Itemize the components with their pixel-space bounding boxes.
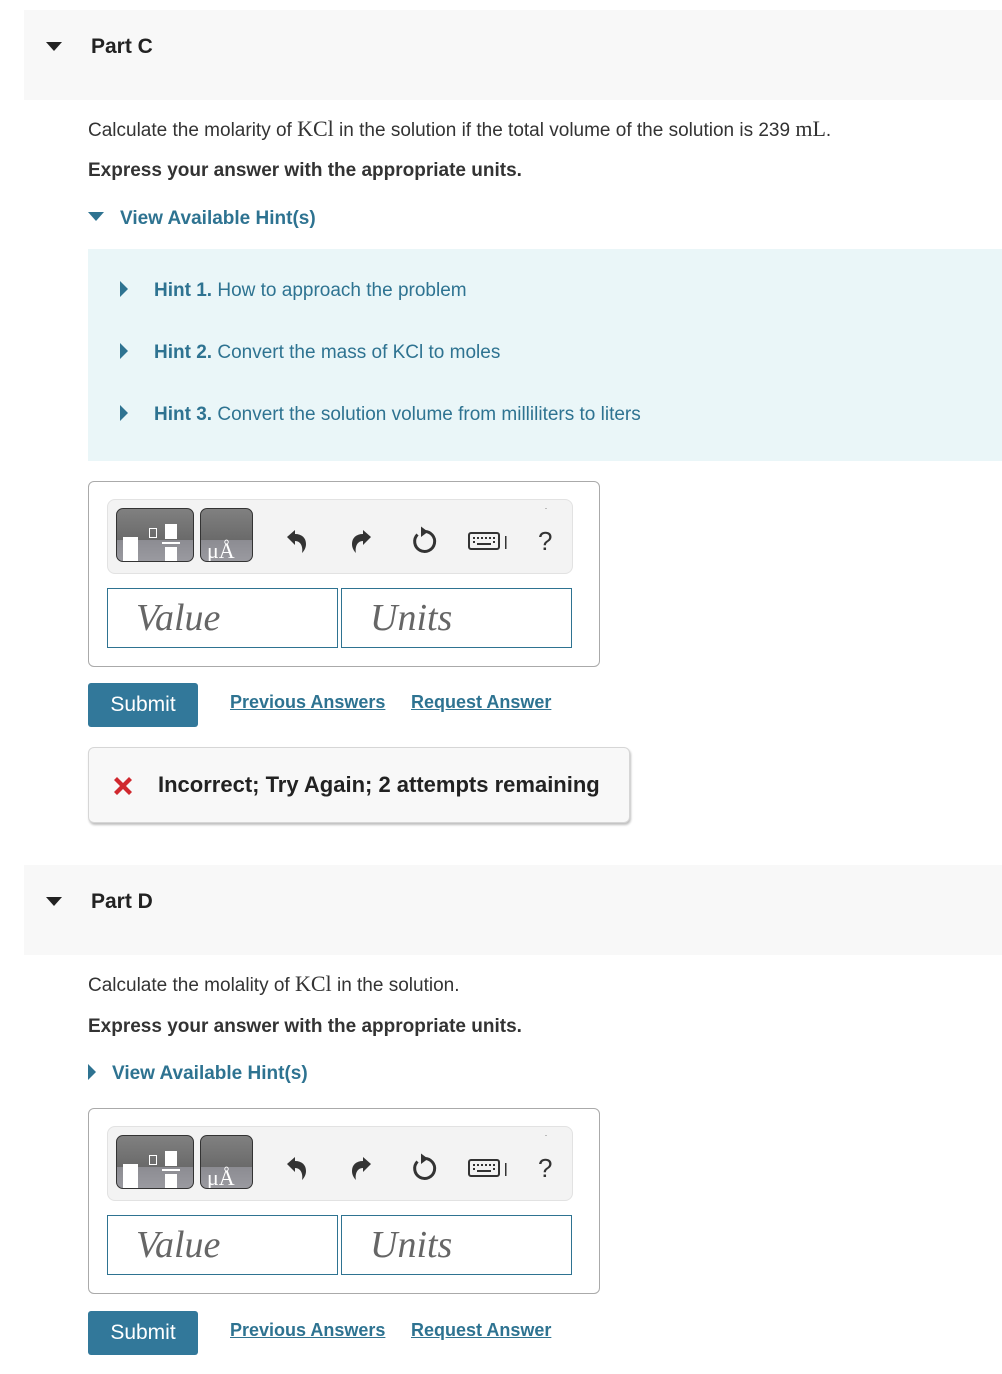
feedback-message: Incorrect; Try Again; 2 attempts remaini… bbox=[158, 772, 600, 797]
view-hints-toggle[interactable]: View Available Hint(s) bbox=[88, 1063, 308, 1085]
view-hints-label: View Available Hint(s) bbox=[120, 208, 316, 229]
undo-icon bbox=[287, 1157, 306, 1180]
question-suffix: in the solution. bbox=[331, 975, 460, 996]
reset-button[interactable] bbox=[408, 1153, 438, 1183]
caret-right-icon bbox=[120, 280, 128, 297]
template-denominator bbox=[165, 1174, 177, 1188]
caret-right-icon bbox=[120, 404, 128, 421]
undo-button[interactable] bbox=[282, 526, 312, 556]
part-title: Part C bbox=[91, 35, 153, 58]
caret-right-icon bbox=[88, 1063, 96, 1080]
hint-number: Hint 1. bbox=[154, 280, 213, 301]
formula-kcl: KCl bbox=[295, 971, 332, 996]
units-input[interactable]: Units bbox=[341, 588, 572, 648]
redo-icon bbox=[352, 530, 371, 553]
help-button[interactable]: ? bbox=[538, 526, 552, 557]
units-icon: μÅ bbox=[207, 1165, 235, 1189]
question-suffix: . bbox=[825, 120, 832, 141]
templates-icon bbox=[123, 537, 138, 561]
units-button[interactable]: μÅ bbox=[200, 1135, 253, 1189]
template-numerator bbox=[165, 1151, 177, 1166]
templates-button[interactable] bbox=[116, 508, 194, 562]
formula-kcl: KCl bbox=[297, 116, 334, 141]
request-answer-link[interactable]: Request Answer bbox=[411, 692, 551, 713]
units-input[interactable]: Units bbox=[341, 1215, 572, 1275]
keyboard-button[interactable] bbox=[468, 1153, 508, 1183]
redo-button[interactable] bbox=[346, 1153, 376, 1183]
instruction-text: Express your answer with the appropriate… bbox=[88, 160, 522, 181]
template-box-outline bbox=[149, 528, 157, 538]
templates-button[interactable] bbox=[116, 1135, 194, 1189]
hint-number: Hint 3. bbox=[154, 404, 213, 425]
question-prefix: Calculate the molality of bbox=[88, 975, 295, 996]
hint-number: Hint 2. bbox=[154, 342, 213, 363]
reset-icon bbox=[413, 526, 437, 553]
templates-icon bbox=[123, 1164, 138, 1188]
keyboard-icon bbox=[468, 1159, 507, 1177]
hints-panel: Hint 1. How to approach the problem Hint… bbox=[88, 249, 1002, 461]
submit-button[interactable]: Submit bbox=[88, 683, 198, 727]
instruction-text: Express your answer with the appropriate… bbox=[88, 1016, 522, 1037]
reset-icon bbox=[413, 1153, 437, 1180]
template-fraction-bar bbox=[162, 542, 180, 544]
request-answer-link[interactable]: Request Answer bbox=[411, 1320, 551, 1341]
template-numerator bbox=[165, 524, 177, 539]
hint-item-2[interactable]: Hint 2. Convert the mass of KCl to moles bbox=[120, 342, 500, 364]
view-hints-label: View Available Hint(s) bbox=[112, 1063, 308, 1084]
question-prefix: Calculate the molarity of bbox=[88, 120, 298, 141]
question-text: Calculate the molarity of KCl in the sol… bbox=[88, 116, 831, 142]
toolbar-dot bbox=[545, 508, 547, 509]
collapse-caret-icon[interactable] bbox=[46, 897, 62, 906]
redo-button[interactable] bbox=[346, 526, 376, 556]
part-title: Part D bbox=[91, 890, 153, 913]
view-hints-toggle[interactable]: View Available Hint(s) bbox=[88, 208, 316, 230]
x-icon bbox=[114, 777, 132, 795]
undo-icon bbox=[287, 530, 306, 553]
template-denominator bbox=[165, 547, 177, 561]
part-c-header[interactable]: Part C bbox=[24, 10, 1002, 100]
unit-ml: mL bbox=[795, 116, 826, 141]
keyboard-icon bbox=[468, 532, 507, 550]
hint-item-1[interactable]: Hint 1. How to approach the problem bbox=[120, 280, 467, 302]
previous-answers-link[interactable]: Previous Answers bbox=[230, 1320, 385, 1341]
units-icon: μÅ bbox=[207, 538, 235, 562]
undo-button[interactable] bbox=[282, 1153, 312, 1183]
toolbar-dot bbox=[545, 1135, 547, 1136]
hint-title: How to approach the problem bbox=[212, 280, 467, 301]
hint-title: Convert the solution volume from millili… bbox=[212, 404, 641, 425]
caret-down-icon bbox=[88, 212, 104, 222]
previous-answers-link[interactable]: Previous Answers bbox=[230, 692, 385, 713]
answer-box: μÅ ? Value Units bbox=[88, 481, 600, 667]
question-text: Calculate the molality of KCl in the sol… bbox=[88, 971, 460, 997]
hint-title: Convert the mass of KCl to moles bbox=[212, 342, 501, 363]
math-toolbar: μÅ ? bbox=[107, 499, 573, 574]
value-input[interactable]: Value bbox=[107, 588, 338, 648]
template-fraction-bar bbox=[162, 1169, 180, 1171]
template-box-outline bbox=[149, 1155, 157, 1165]
value-input[interactable]: Value bbox=[107, 1215, 338, 1275]
question-middle: in the solution if the total volume of t… bbox=[333, 120, 796, 141]
redo-icon bbox=[352, 1157, 371, 1180]
answer-box: μÅ ? Value Units bbox=[88, 1108, 600, 1294]
help-button[interactable]: ? bbox=[538, 1153, 552, 1184]
submit-button[interactable]: Submit bbox=[88, 1311, 198, 1355]
feedback-box: Incorrect; Try Again; 2 attempts remaini… bbox=[88, 747, 630, 823]
reset-button[interactable] bbox=[408, 526, 438, 556]
collapse-caret-icon[interactable] bbox=[46, 42, 62, 51]
part-d-header[interactable]: Part D bbox=[24, 865, 1002, 955]
math-toolbar: μÅ ? bbox=[107, 1126, 573, 1201]
units-button[interactable]: μÅ bbox=[200, 508, 253, 562]
caret-right-icon bbox=[120, 342, 128, 359]
keyboard-button[interactable] bbox=[468, 526, 508, 556]
hint-item-3[interactable]: Hint 3. Convert the solution volume from… bbox=[120, 404, 641, 426]
